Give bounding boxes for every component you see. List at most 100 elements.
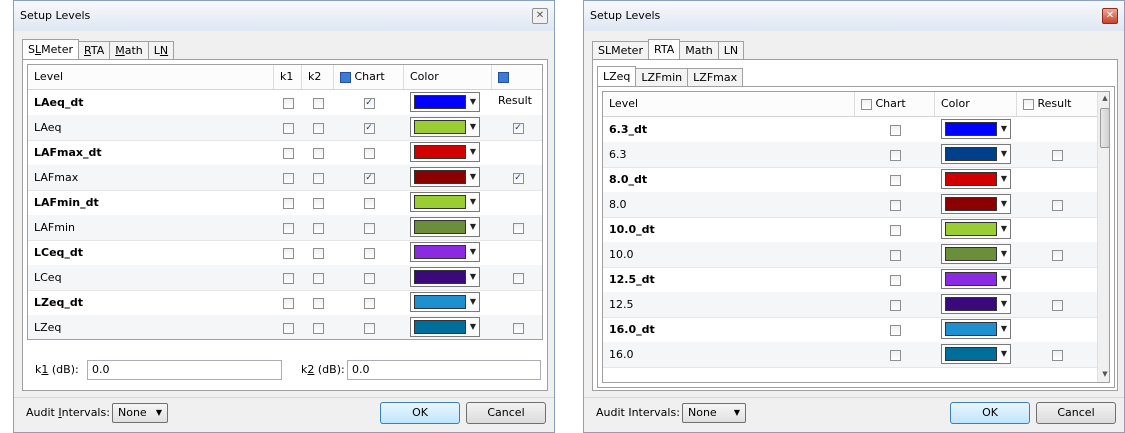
k2-checkbox[interactable] [312,247,324,259]
scroll-up-icon[interactable]: ▲ [1098,94,1109,102]
chart-checkbox[interactable] [889,249,901,261]
tab-lzfmax[interactable]: LZFmax [687,68,744,86]
k2-checkbox[interactable] [312,197,324,209]
result-checkbox[interactable] [1051,349,1063,361]
chart-checkbox[interactable] [889,324,901,336]
scroll-down-icon[interactable]: ▼ [1098,370,1109,378]
color-select[interactable]: ▼ [410,167,480,187]
tab-rta[interactable]: RTA [647,39,681,59]
ok-button[interactable]: OK [380,402,460,424]
color-select[interactable]: ▼ [941,119,1011,139]
chart-checkbox[interactable] [363,222,375,234]
chart-checkbox[interactable] [889,349,901,361]
k1-checkbox[interactable] [282,222,294,234]
result-checkbox[interactable] [512,172,524,184]
chart-checkbox[interactable] [889,174,901,186]
chart-checkbox[interactable] [889,224,901,236]
chart-checkbox[interactable] [889,124,901,136]
color-select[interactable]: ▼ [941,294,1011,314]
color-select[interactable]: ▼ [410,92,480,112]
cancel-button[interactable]: Cancel [1036,402,1116,424]
result-checkbox[interactable] [1051,199,1063,211]
tab-ln[interactable]: LN [147,41,175,59]
tab-rta[interactable]: RTA [78,41,111,59]
color-select[interactable]: ▼ [410,317,480,337]
tab-math[interactable]: Math [679,41,719,59]
k2-checkbox[interactable] [312,297,324,309]
color-select[interactable]: ▼ [941,144,1011,164]
k1-checkbox[interactable] [282,172,294,184]
k1-checkbox[interactable] [282,297,294,309]
k2-checkbox[interactable] [312,147,324,159]
color-select[interactable]: ▼ [410,117,480,137]
color-select[interactable]: ▼ [941,169,1011,189]
color-select[interactable]: ▼ [941,194,1011,214]
chart-checkbox[interactable] [363,322,375,334]
color-select[interactable]: ▼ [410,292,480,312]
scrollbar-thumb[interactable] [1100,108,1109,148]
k1-checkbox[interactable] [282,97,294,109]
chart-checkbox[interactable] [363,172,375,184]
ok-button[interactable]: OK [950,402,1030,424]
grid-scrollbar[interactable]: ▲ ▼ [1097,92,1109,382]
chart-all-checkbox[interactable] [340,71,351,83]
audit-intervals-select[interactable]: None ▼ [682,403,746,423]
color-select[interactable]: ▼ [941,269,1011,289]
k1-checkbox[interactable] [282,197,294,209]
result-checkbox[interactable] [1051,249,1063,261]
k2-checkbox[interactable] [312,97,324,109]
header-chart[interactable]: Chart [334,65,404,89]
tab-ln[interactable]: LN [717,41,745,59]
k2-checkbox[interactable] [312,122,324,134]
close-icon[interactable]: ✕ [532,8,548,24]
tab-lzfmin[interactable]: LZFmin [635,68,689,86]
k2-checkbox[interactable] [312,272,324,284]
audit-intervals-select[interactable]: None ▼ [112,403,168,423]
chart-checkbox[interactable] [889,149,901,161]
chart-checkbox[interactable] [363,147,375,159]
result-checkbox[interactable] [512,272,524,284]
k2-checkbox[interactable] [312,172,324,184]
chart-checkbox[interactable] [363,197,375,209]
k2-checkbox[interactable] [312,322,324,334]
tab-math[interactable]: Math [109,41,149,59]
result-all-checkbox[interactable] [498,71,509,83]
tab-slmeter[interactable]: SLMeter [22,39,79,59]
k2-checkbox[interactable] [312,222,324,234]
color-select[interactable]: ▼ [941,219,1011,239]
color-select[interactable]: ▼ [410,267,480,287]
chart-checkbox[interactable] [363,297,375,309]
result-checkbox[interactable] [1051,149,1063,161]
color-select[interactable]: ▼ [410,192,480,212]
tab-slmeter[interactable]: SLMeter [592,41,649,59]
color-select[interactable]: ▼ [941,244,1011,264]
result-all-checkbox[interactable] [1023,98,1034,110]
k1-checkbox[interactable] [282,272,294,284]
tab-lzeq[interactable]: LZeq [597,66,637,86]
k1-checkbox[interactable] [282,122,294,134]
k1-checkbox[interactable] [282,322,294,334]
k1-input[interactable]: 0.0 [87,360,282,380]
k1-checkbox[interactable] [282,147,294,159]
color-select[interactable]: ▼ [410,217,480,237]
result-checkbox[interactable] [512,122,524,134]
cancel-button[interactable]: Cancel [466,402,546,424]
color-select[interactable]: ▼ [410,142,480,162]
chart-checkbox[interactable] [889,199,901,211]
color-select[interactable]: ▼ [410,242,480,262]
chart-checkbox[interactable] [889,274,901,286]
header-result[interactable]: Result [1017,92,1097,116]
chart-checkbox[interactable] [363,272,375,284]
close-icon[interactable]: ✕ [1102,8,1118,24]
result-checkbox[interactable] [512,222,524,234]
k1-checkbox[interactable] [282,247,294,259]
result-checkbox[interactable] [512,322,524,334]
chart-checkbox[interactable] [889,299,901,311]
k2-input[interactable]: 0.0 [347,360,541,380]
header-chart[interactable]: Chart [855,92,935,116]
chart-checkbox[interactable] [363,122,375,134]
color-select[interactable]: ▼ [941,319,1011,339]
chart-checkbox[interactable] [363,247,375,259]
chart-checkbox[interactable] [363,97,375,109]
color-select[interactable]: ▼ [941,344,1011,364]
